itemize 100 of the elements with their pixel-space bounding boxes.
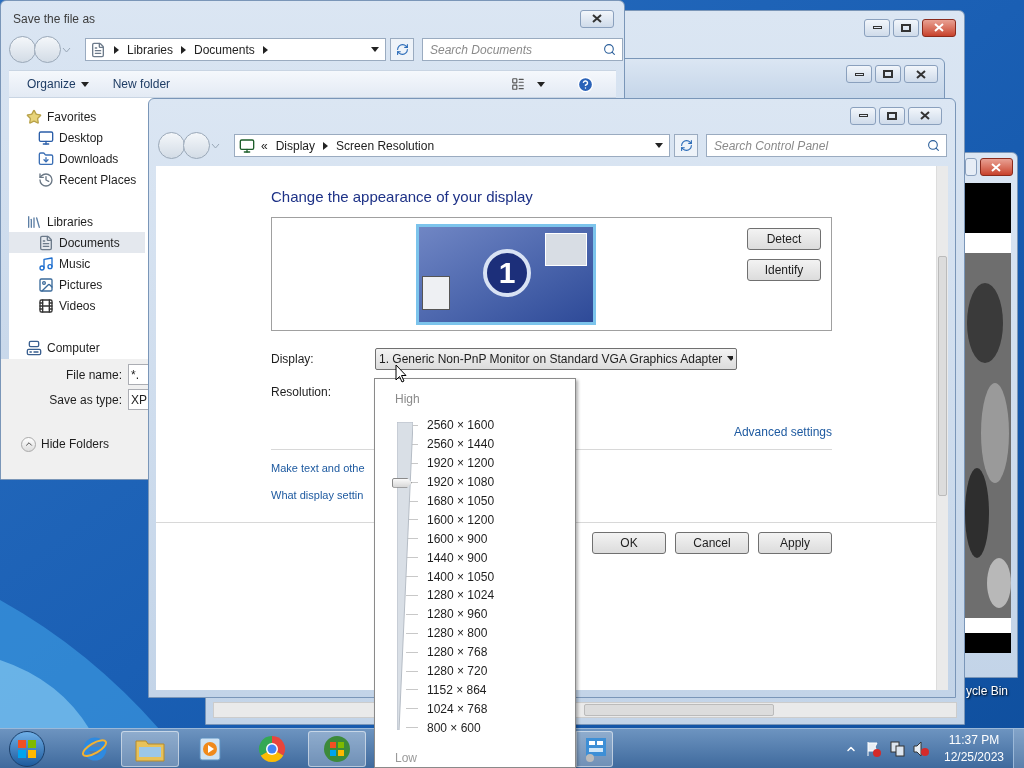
search-field[interactable]: Search Control Panel — [706, 134, 947, 157]
resolution-option[interactable]: 1280 × 800 — [427, 624, 488, 643]
minimize-button[interactable] — [850, 106, 876, 125]
nav-item[interactable]: Videos — [9, 295, 145, 316]
hide-folders-button[interactable]: Hide Folders — [21, 435, 110, 453]
chevron-icon[interactable] — [181, 45, 187, 54]
breadcrumb-item[interactable]: Display — [275, 136, 316, 155]
resolution-option[interactable]: 1280 × 1024 — [427, 586, 495, 605]
resolution-option[interactable]: 1920 × 1080 — [427, 473, 495, 492]
breadcrumb-item[interactable]: Documents — [194, 40, 255, 59]
slider-thumb[interactable] — [392, 477, 412, 488]
resolution-option[interactable]: 1280 × 720 — [427, 662, 488, 680]
help-link[interactable]: What display settin — [271, 487, 364, 504]
taskbar-button[interactable] — [576, 731, 613, 767]
help-icon[interactable] — [577, 75, 594, 93]
resolution-option[interactable]: 1024 × 768 — [427, 699, 488, 718]
desktop-icon-label[interactable]: ycle Bin — [966, 682, 1009, 700]
input-field[interactable]: XP — [128, 389, 149, 410]
field-label: File name: — [64, 366, 123, 384]
caret-icon[interactable] — [655, 143, 663, 148]
nav-item[interactable]: Music — [9, 253, 145, 274]
breadcrumb-item[interactable]: Libraries — [127, 40, 174, 59]
window-thumbnail-icon — [422, 275, 450, 310]
dialog-button[interactable]: Detect — [747, 227, 821, 250]
close-button[interactable] — [904, 65, 938, 83]
refresh-button[interactable] — [390, 38, 414, 61]
input-field[interactable]: *. — [128, 364, 149, 385]
resolution-option[interactable]: 800 × 600 — [427, 718, 481, 737]
minimize-button[interactable] — [864, 18, 890, 37]
resolution-option[interactable]: 2560 × 1440 — [427, 435, 495, 454]
organize-menu[interactable]: Organize — [27, 75, 89, 93]
close-button[interactable] — [908, 106, 942, 125]
nav-item[interactable]: Desktop — [9, 127, 145, 148]
close-button[interactable] — [922, 18, 956, 37]
clock-time[interactable]: 11:37 PM — [948, 732, 1000, 749]
view-options-icon[interactable] — [511, 77, 525, 91]
caret-icon[interactable] — [371, 47, 379, 52]
clock-icon — [38, 171, 54, 188]
resolution-option[interactable]: 1680 × 1050 — [427, 492, 495, 510]
image-icon — [38, 276, 54, 293]
film-icon — [38, 297, 54, 314]
overflow-chevron[interactable]: « — [261, 136, 268, 155]
caret-icon[interactable] — [537, 81, 545, 87]
nav-group[interactable]: Favorites — [9, 106, 145, 127]
maximize-button[interactable] — [893, 18, 919, 37]
resolution-option[interactable]: 1920 × 1200 — [427, 454, 495, 473]
chevron-icon[interactable] — [323, 141, 329, 150]
resolution-option[interactable]: 2560 × 1600 — [427, 416, 495, 435]
flag-icon[interactable] — [865, 741, 881, 757]
nav-group[interactable]: Computer — [9, 337, 145, 358]
display-dropdown[interactable]: 1. Generic Non-PnP Monitor on Standard VGA Graphics Adapter — [375, 347, 737, 370]
minimize-button[interactable] — [846, 65, 872, 83]
dialog-button[interactable]: Apply — [758, 531, 832, 554]
help-link[interactable]: Make text and othe — [271, 459, 365, 476]
planet-icon[interactable] — [81, 735, 109, 763]
nav-group[interactable]: Libraries — [9, 211, 145, 232]
star-icon — [26, 108, 42, 125]
computer-icon — [26, 339, 42, 356]
resolution-option[interactable]: 1600 × 900 — [427, 529, 488, 548]
close-button[interactable] — [979, 158, 1013, 176]
nav-item[interactable]: Pictures — [9, 274, 145, 295]
color-wheel-icon[interactable] — [257, 734, 287, 764]
nav-item[interactable]: Recent Places — [9, 169, 145, 190]
start-button[interactable] — [9, 730, 45, 767]
vertical-scrollbar[interactable] — [936, 166, 948, 690]
refresh-button[interactable] — [674, 134, 698, 157]
resolution-option[interactable]: 1400 × 1050 — [427, 567, 495, 586]
monitor-preview[interactable]: 1 — [416, 223, 596, 325]
resolution-option[interactable]: 1280 × 960 — [427, 605, 488, 624]
breadcrumb-item[interactable]: Screen Resolution — [336, 136, 435, 155]
chevron-icon[interactable] — [114, 45, 119, 54]
new-folder-button[interactable]: New folder — [112, 75, 171, 93]
address-bar[interactable]: « Display Screen Resolution — [234, 134, 670, 157]
taskbar-button[interactable] — [308, 731, 366, 767]
refresh-icon — [679, 139, 693, 152]
nav-item[interactable]: Documents — [9, 232, 145, 253]
network-icon[interactable] — [889, 741, 905, 757]
library-icon — [26, 213, 42, 230]
close-icon — [916, 69, 926, 79]
dialog-button[interactable]: OK — [592, 531, 666, 554]
windows-logo-icon — [18, 739, 36, 758]
resolution-option[interactable]: 1440 × 900 — [427, 548, 488, 567]
resolution-option[interactable]: 1280 × 768 — [427, 643, 488, 662]
nav-item[interactable]: Downloads — [9, 148, 145, 169]
resolution-option[interactable]: 1600 × 1200 — [427, 510, 495, 529]
search-field[interactable]: Search Documents — [422, 38, 623, 61]
resolution-option[interactable]: 1152 × 864 — [427, 680, 487, 699]
close-button[interactable] — [580, 9, 614, 28]
address-bar[interactable]: Libraries Documents — [85, 38, 386, 61]
window-thumbnail-icon — [545, 232, 587, 266]
dialog-button[interactable]: Identify — [747, 258, 821, 281]
maximize-button[interactable] — [875, 65, 901, 83]
caret-icon[interactable] — [727, 356, 733, 361]
chevron-icon[interactable] — [262, 45, 268, 54]
clock-date[interactable]: 12/25/2023 — [943, 749, 1005, 766]
maximize-button[interactable] — [879, 106, 905, 125]
caret-icon[interactable] — [80, 81, 89, 87]
dialog-button[interactable]: Cancel — [675, 531, 749, 554]
speaker-muted-icon[interactable] — [913, 741, 929, 757]
advanced-settings-link[interactable]: Advanced settings — [733, 422, 832, 441]
